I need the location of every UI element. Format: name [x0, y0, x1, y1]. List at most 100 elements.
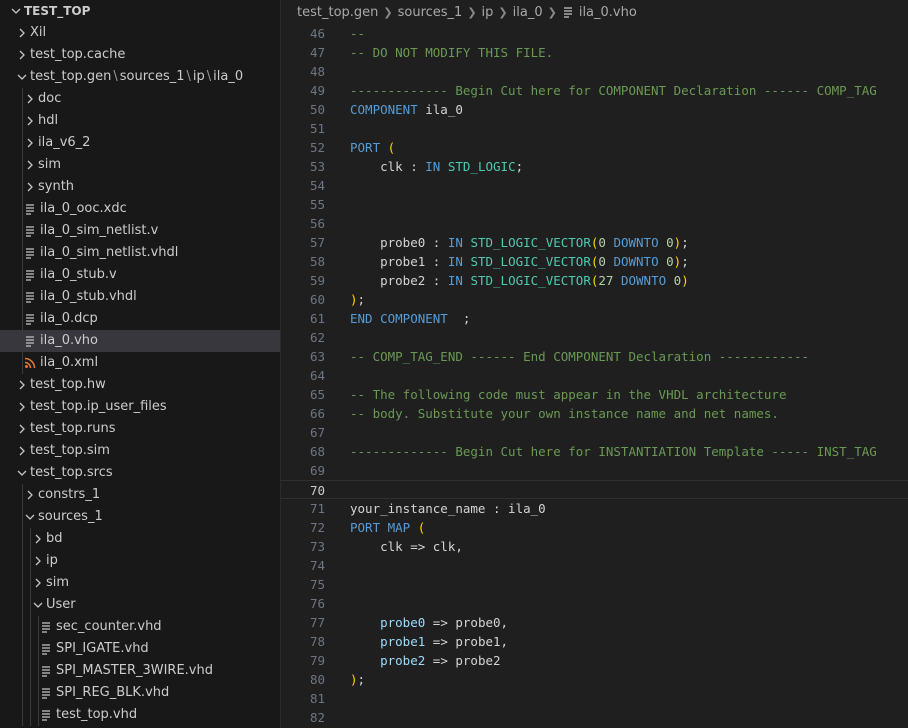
tree-folder[interactable]: User [0, 594, 280, 616]
tree-file[interactable]: ila_0_sim_netlist.vhdl [0, 242, 280, 264]
tree-file[interactable]: SPI_REG_BLK.vhd [0, 682, 280, 704]
code-line[interactable]: 53 clk : IN STD_LOGIC; [281, 157, 908, 176]
tree-folder[interactable]: sim [0, 572, 280, 594]
code-line[interactable]: 57 probe0 : IN STD_LOGIC_VECTOR(0 DOWNTO… [281, 233, 908, 252]
code-line[interactable]: 65 -- The following code must appear in t… [281, 385, 908, 404]
indent-guide [38, 660, 39, 682]
code-line[interactable]: 48 [281, 62, 908, 81]
tree-file[interactable]: SPI_MASTER_3WIRE.vhd [0, 660, 280, 682]
indent-guide [22, 330, 23, 352]
code-line[interactable]: 50 COMPONENT ila_0 [281, 100, 908, 119]
tree-file[interactable]: ila_0_stub.v [0, 264, 280, 286]
explorer-root[interactable]: TEST_TOP [0, 0, 280, 22]
file-lines-icon [22, 225, 38, 237]
tree-folder[interactable]: hdl [0, 110, 280, 132]
code-line[interactable]: 70 [281, 480, 908, 499]
code-line[interactable]: 77 probe0 => probe0, [281, 613, 908, 632]
chevron-down-icon [8, 6, 24, 16]
indent-guide [22, 308, 23, 330]
code-line[interactable]: 59 probe2 : IN STD_LOGIC_VECTOR(27 DOWNT… [281, 271, 908, 290]
tree-file[interactable]: ila_0_stub.vhdl [0, 286, 280, 308]
tree-folder[interactable]: ila_v6_2 [0, 132, 280, 154]
code-line[interactable]: 49 ------------- Begin Cut here for COMPO… [281, 81, 908, 100]
tree-folder[interactable]: test_top.sim [0, 440, 280, 462]
code-line[interactable]: 81 [281, 689, 908, 708]
file-lines-icon [22, 247, 38, 259]
code-line[interactable]: 75 [281, 575, 908, 594]
code-text: ------------- Begin Cut here for INSTANT… [350, 442, 908, 461]
line-number: 71 [309, 501, 325, 516]
code-line[interactable]: 68 ------------- Begin Cut here for INSTA… [281, 442, 908, 461]
tree-folder[interactable]: test_top.gen \ sources_1 \ ip \ ila_0 [0, 66, 280, 88]
code-line[interactable]: 63 -- COMP_TAG_END ------ End COMPONENT D… [281, 347, 908, 366]
tree-folder[interactable]: test_top.cache [0, 44, 280, 66]
tree-folder[interactable]: doc [0, 88, 280, 110]
tree-folder[interactable]: sources_1 [0, 506, 280, 528]
tree-folder[interactable]: ip [0, 550, 280, 572]
breadcrumb-item[interactable]: test_top.gen [297, 5, 378, 20]
tree-item-label: test_top.runs [30, 421, 116, 436]
editor-area: test_top.gen ❯ sources_1 ❯ ip ❯ ila_0 ❯ ila_0.vh… [281, 0, 908, 728]
tree-file[interactable]: ila_0.xml [0, 352, 280, 374]
tree-folder[interactable]: bd [0, 528, 280, 550]
code-line[interactable]: 56 [281, 214, 908, 233]
tree-folder[interactable]: Xil [0, 22, 280, 44]
code-line[interactable]: 67 [281, 423, 908, 442]
line-number: 74 [309, 558, 325, 573]
code-token: IN [425, 159, 441, 174]
code-token: DOWNTO [620, 273, 667, 288]
tree-file[interactable]: ila_0.dcp [0, 308, 280, 330]
tree-folder[interactable]: sim [0, 154, 280, 176]
code-line[interactable]: 61 END COMPONENT ; [281, 309, 908, 328]
tree-file[interactable]: sec_counter.vhd [0, 616, 280, 638]
code-line[interactable]: 60); [281, 290, 908, 309]
code-line[interactable]: 54 [281, 176, 908, 195]
file-tree: Xil test_top.cache test_top.gen \ sources_1 \… [0, 22, 280, 726]
tree-file[interactable]: ila_0_sim_netlist.v [0, 220, 280, 242]
breadcrumb-item[interactable]: ip [482, 5, 494, 20]
code-view[interactable]: 46 -- 47 -- DO NOT MODIFY THIS FILE. 48 49 ---… [281, 24, 908, 727]
breadcrumb-item[interactable]: ila_0.vho [579, 5, 637, 20]
line-number: 49 [309, 83, 325, 98]
code-line[interactable]: 71 your_instance_name : ila_0 [281, 499, 908, 518]
tree-file[interactable]: ila_0.vho [0, 330, 280, 352]
code-line[interactable]: 82 [281, 708, 908, 727]
line-number: 79 [309, 653, 325, 668]
code-line[interactable]: 80); [281, 670, 908, 689]
tree-folder[interactable]: constrs_1 [0, 484, 280, 506]
compact-separator: \ [186, 69, 191, 84]
tree-folder[interactable]: test_top.srcs [0, 462, 280, 484]
tree-folder[interactable]: test_top.hw [0, 374, 280, 396]
code-token: ------------- Begin Cut here for COMPONE… [350, 83, 877, 98]
code-line[interactable]: 78 probe1 => probe1, [281, 632, 908, 651]
tree-folder[interactable]: test_top.ip_user_files [0, 396, 280, 418]
tree-file[interactable]: test_top.vhd [0, 704, 280, 726]
code-line[interactable]: 62 [281, 328, 908, 347]
line-number: 65 [309, 387, 325, 402]
code-line[interactable]: 51 [281, 119, 908, 138]
tree-file[interactable]: ila_0_ooc.xdc [0, 198, 280, 220]
tree-folder[interactable]: test_top.runs [0, 418, 280, 440]
code-line[interactable]: 74 [281, 556, 908, 575]
indent-guide [30, 638, 31, 660]
code-line[interactable]: 72 PORT MAP ( [281, 518, 908, 537]
code-line[interactable]: 46 -- [281, 24, 908, 43]
code-line[interactable]: 73 clk => clk, [281, 537, 908, 556]
breadcrumb-item[interactable]: ila_0 [513, 5, 543, 20]
code-line[interactable]: 76 [281, 594, 908, 613]
tree-file[interactable]: SPI_IGATE.vhd [0, 638, 280, 660]
code-line[interactable]: 66 -- body. Substitute your own instance … [281, 404, 908, 423]
code-line[interactable]: 47 -- DO NOT MODIFY THIS FILE. [281, 43, 908, 62]
code-line[interactable]: 69 [281, 461, 908, 480]
code-token: => probe1, [425, 634, 509, 649]
code-token: IN [447, 235, 463, 250]
code-line[interactable]: 52 PORT ( [281, 138, 908, 157]
breadcrumb-item[interactable]: sources_1 [398, 5, 463, 20]
code-line[interactable]: 64 [281, 366, 908, 385]
code-line[interactable]: 79 probe2 => probe2 [281, 651, 908, 670]
code-line[interactable]: 55 [281, 195, 908, 214]
code-line[interactable]: 58 probe1 : IN STD_LOGIC_VECTOR(0 DOWNTO… [281, 252, 908, 271]
tree-folder[interactable]: synth [0, 176, 280, 198]
code-token: END COMPONENT [350, 311, 448, 326]
